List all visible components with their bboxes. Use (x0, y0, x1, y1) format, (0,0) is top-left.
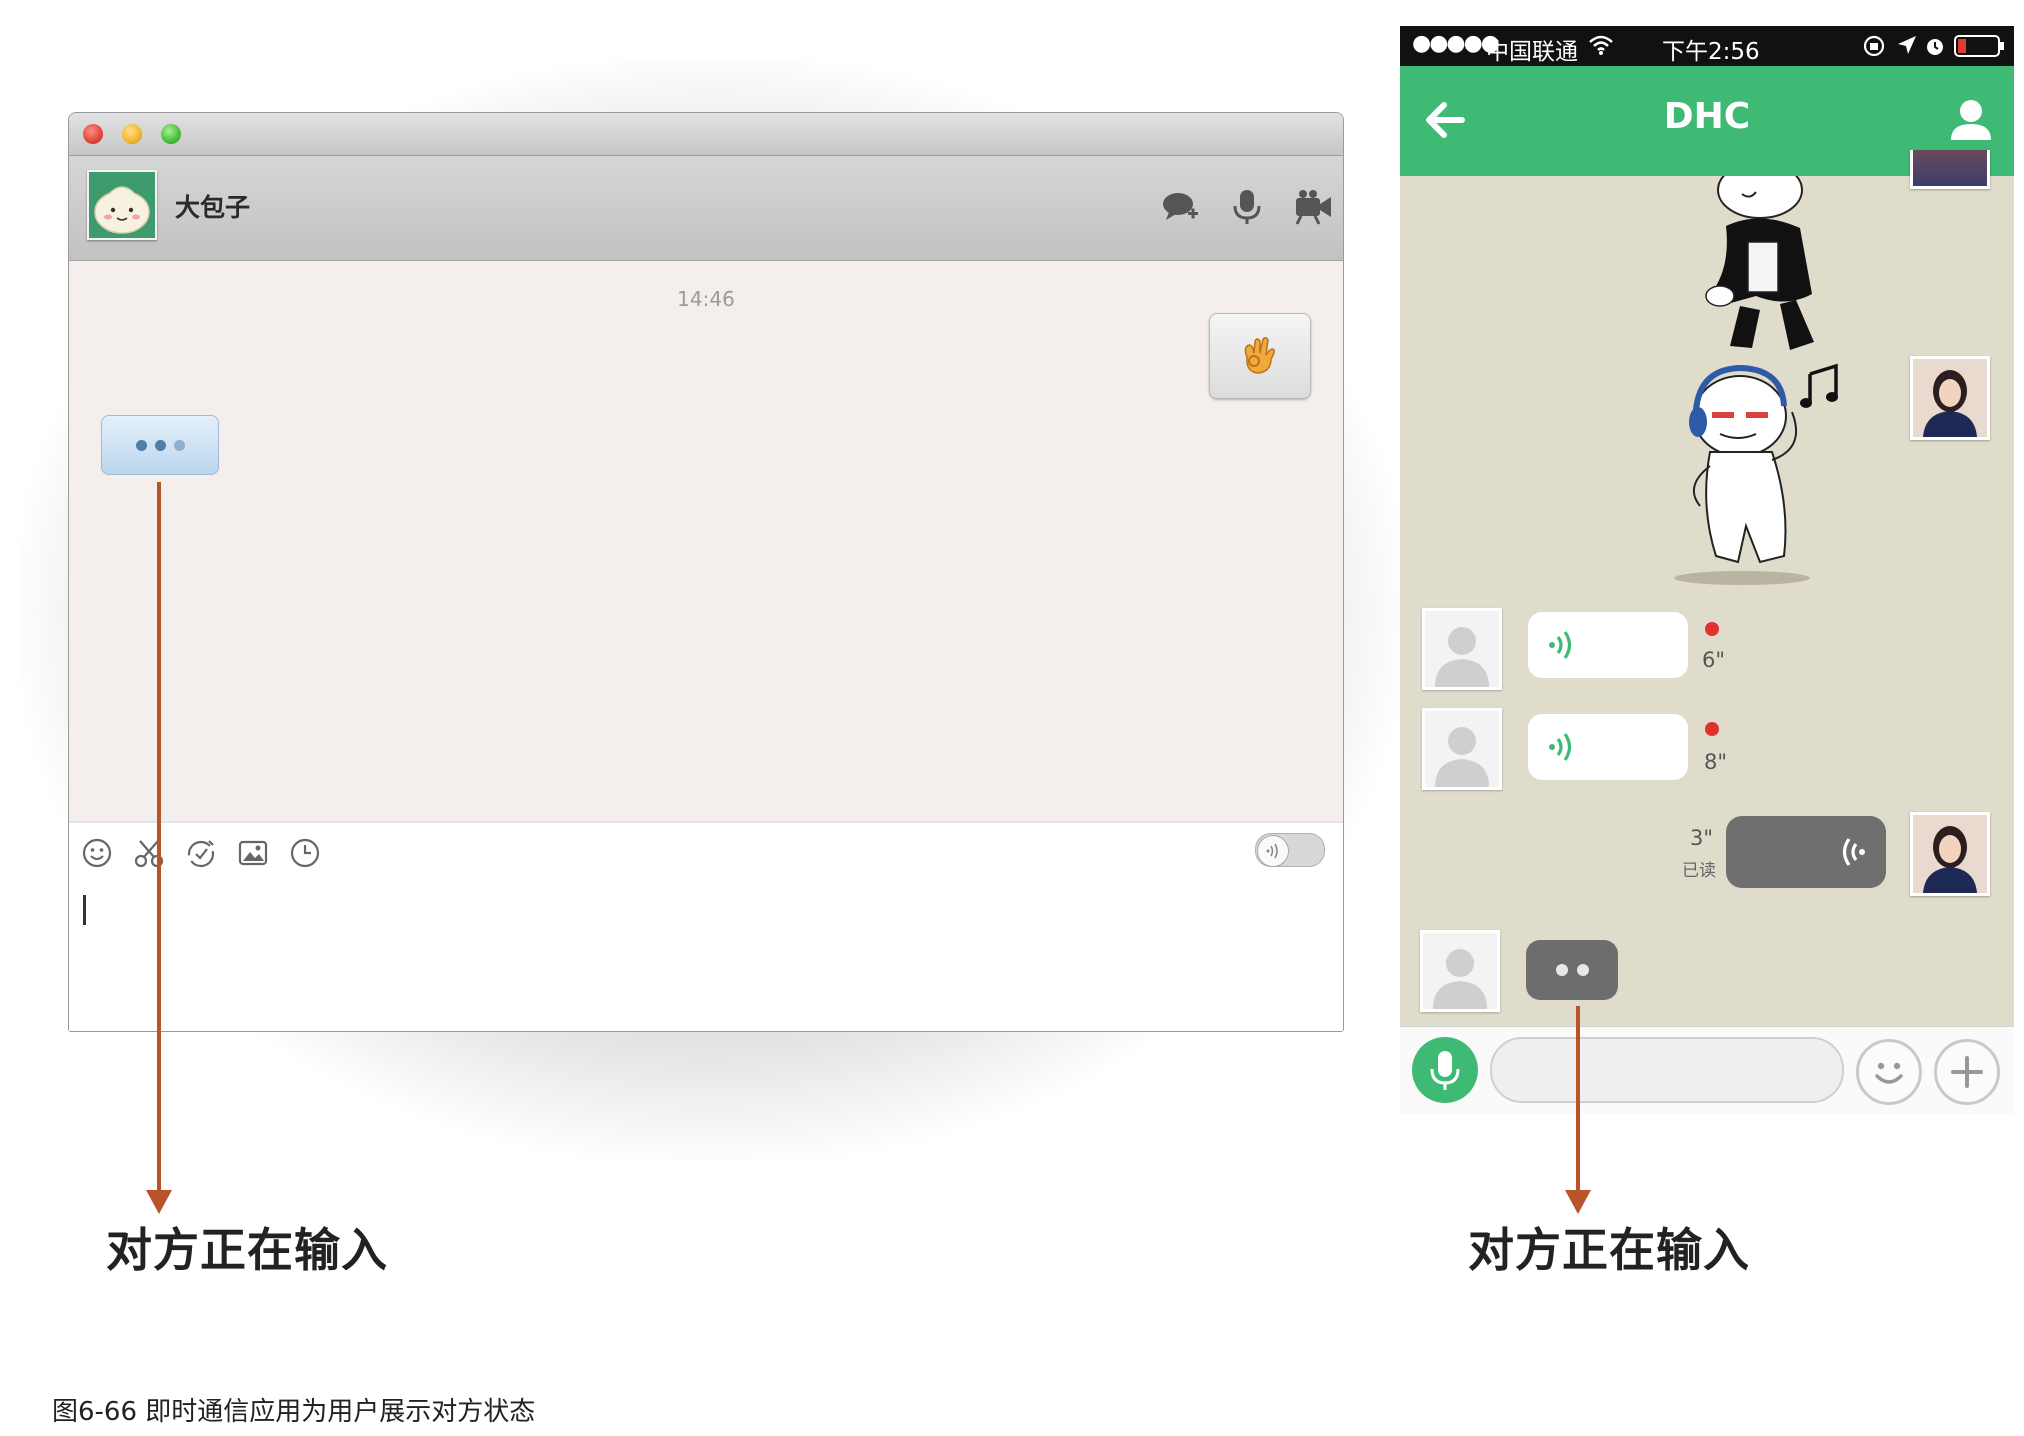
annotation-arrow-line-right (1576, 1006, 1580, 1196)
plus-icon (1951, 1056, 1983, 1088)
default-user-icon (1433, 949, 1487, 1009)
avatar-photo (1913, 815, 1987, 893)
unread-dot (1705, 622, 1719, 636)
contact-avatar-placeholder[interactable] (1422, 708, 1502, 790)
input-bar (1400, 1026, 2014, 1114)
figure-caption: 图6-66 即时通信应用为用户展示对方状态 (52, 1397, 536, 1427)
default-user-icon (1435, 627, 1489, 687)
screen-capture-icon[interactable] (185, 837, 217, 869)
message-area[interactable]: 14:46 (69, 261, 1343, 821)
unread-dot (1705, 722, 1719, 736)
minimize-window-button[interactable] (122, 124, 142, 144)
dancing-bear-sticker[interactable] (1690, 176, 1850, 362)
voice-mode-toggle[interactable] (1255, 833, 1325, 867)
profile-icon[interactable] (1948, 96, 1994, 144)
annotation-arrow-line-left (157, 482, 161, 1194)
avatar-photo (1913, 150, 1987, 186)
microphone-icon[interactable] (1227, 186, 1267, 226)
location-icon (1898, 36, 1916, 54)
annotation-label-desktop: 对方正在输入 (106, 1223, 388, 1277)
message-input-area[interactable] (69, 821, 1343, 1031)
text-cursor (83, 895, 86, 925)
status-time: 下午2:56 (1662, 39, 1760, 65)
default-user-icon (1435, 727, 1489, 787)
my-avatar[interactable] (1910, 812, 1990, 896)
alarm-icon (1927, 39, 1943, 55)
title-bar[interactable] (69, 113, 1343, 156)
chat-title: DHC (1663, 96, 1751, 137)
outgoing-voice-bubble[interactable] (1726, 816, 1886, 888)
voice-message-bubble[interactable] (1528, 714, 1688, 780)
emoji-button[interactable] (1856, 1039, 1922, 1105)
voice-message-bubble[interactable] (1528, 612, 1688, 678)
annotation-arrowhead-left (146, 1190, 172, 1214)
microphone-icon (1430, 1051, 1460, 1090)
carrier-name: 中国联通 (1486, 39, 1578, 65)
status-bar: ●●●●● 中国联通 下午2:56 (1400, 26, 2014, 66)
video-camera-icon[interactable] (1293, 186, 1333, 226)
message-text-input[interactable] (1490, 1037, 1844, 1103)
typing-dot (154, 439, 166, 451)
voice-duration: 6" (1702, 648, 1726, 672)
desktop-chat-window: 大包子 14:46 (68, 112, 1344, 1032)
typing-dot (1555, 964, 1568, 976)
annotation-label-phone: 对方正在输入 (1468, 1223, 1750, 1277)
toggle-knob[interactable] (1257, 835, 1289, 867)
voice-duration: 8" (1704, 750, 1728, 774)
voice-wave-icon (1549, 631, 1572, 659)
phone-chat-screen: ●●●●● 中国联通 下午2:56 DHC 6" 8" 3" 已读 (1400, 26, 2014, 1114)
contact-name: 大包子 (175, 193, 251, 222)
my-avatar-partial[interactable] (1910, 150, 1990, 189)
voice-wave-icon (1549, 733, 1572, 761)
typing-indicator-bubble (101, 415, 219, 475)
annotation-arrowhead-right (1565, 1190, 1591, 1214)
contact-avatar[interactable] (87, 170, 157, 240)
contact-avatar-placeholder[interactable] (1422, 608, 1502, 690)
voice-wave-icon (1842, 838, 1865, 866)
read-receipt: 已读 (1682, 861, 1716, 881)
emoji-icon[interactable] (81, 837, 113, 869)
ok-hand-icon (1244, 336, 1275, 374)
bun-avatar-icon (89, 172, 155, 238)
chat-add-icon[interactable] (1161, 186, 1201, 226)
typing-dot (135, 439, 147, 451)
voice-duration: 3" (1690, 826, 1714, 850)
typing-indicator-bubble (1526, 940, 1618, 1000)
clock-icon[interactable] (289, 837, 321, 869)
typing-dot (173, 439, 185, 451)
voice-input-button[interactable] (1412, 1037, 1478, 1103)
wifi-icon (1589, 35, 1613, 55)
more-options-button[interactable] (1934, 1039, 2000, 1105)
sent-message-bubble[interactable] (1209, 313, 1311, 399)
message-timestamp: 14:46 (677, 287, 735, 311)
emoji-icon (1875, 1062, 1903, 1084)
chat-header: 大包子 (69, 156, 1343, 261)
my-avatar[interactable] (1910, 356, 1990, 440)
image-icon[interactable] (237, 837, 269, 869)
sound-wave-icon (1266, 843, 1278, 859)
typing-dot (1576, 964, 1589, 976)
battery-low-icon (1954, 35, 2004, 57)
avatar-photo (1913, 359, 1987, 437)
close-window-button[interactable] (83, 124, 103, 144)
contact-avatar-placeholder[interactable] (1420, 930, 1500, 1012)
zoom-window-button[interactable] (161, 124, 181, 144)
music-note-icon (1800, 363, 1838, 408)
rotation-lock-icon (1863, 35, 1885, 57)
